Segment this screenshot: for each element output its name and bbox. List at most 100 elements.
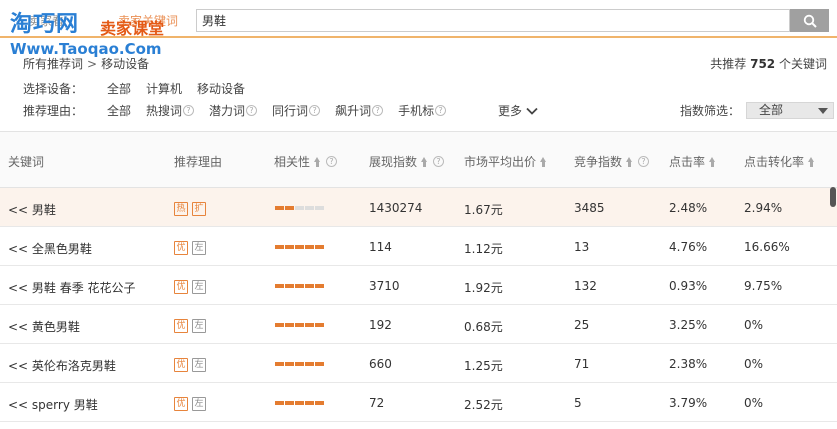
reason-option-hot[interactable]: 热搜词? [146,102,195,119]
reason-tag: 左 [192,397,206,411]
table-row[interactable]: << 英伦布洛克男鞋 优左 660 1.25元 71 2.38% 0% [0,344,837,383]
header-ctr[interactable]: 点击率 [669,153,716,170]
impressions-cell: 3710 [369,279,400,293]
help-icon[interactable]: ? [246,105,258,116]
header-competition[interactable]: 竞争指数? [574,153,650,170]
table-row[interactable]: << sperry 男鞋 优左 72 2.52元 5 3.79% 0% [0,383,837,422]
relevance-segment [295,323,304,327]
relevance-bar [275,206,324,210]
header-cvr[interactable]: 点击转化率 [744,153,815,170]
cvr-cell: 16.66% [744,240,790,254]
relevance-segment [305,245,314,249]
ctr-cell: 3.79% [669,396,708,410]
search-button[interactable] [790,9,829,32]
index-filter-label: 指数筛选： [680,104,741,118]
keyword-table: 关键词 推荐理由 相关性? 展现指数? 市场平均出价 竞争指数? 点击率 点击转… [0,131,837,422]
help-icon[interactable]: ? [326,156,338,167]
header-label: 点击率 [669,155,706,169]
sort-arrow-icon [540,156,547,167]
reason-option-peer[interactable]: 同行词? [272,102,321,119]
table-row[interactable]: << 黄色男鞋 优左 192 0.68元 25 3.25% 0% [0,305,837,344]
reason-tag: 扩 [192,202,206,216]
reason-option-label: 同行词 [272,104,309,118]
reason-option-all[interactable]: 全部 [107,102,131,119]
keyword-cell[interactable]: << sperry 男鞋 [8,396,98,413]
reason-tag: 热 [174,202,188,216]
reason-option-label: 热搜词 [146,104,183,118]
table-row[interactable]: << 全黑色男鞋 优左 114 1.12元 13 4.76% 16.66% [0,227,837,266]
relevance-segment [315,284,324,288]
relevance-segment [295,245,304,249]
relevance-segment [275,362,284,366]
reason-option-label: 潜力词 [209,104,246,118]
competition-cell: 132 [574,279,597,293]
avg-bid-cell: 0.68元 [464,320,503,334]
keyword-cell[interactable]: << 全黑色男鞋 [8,240,92,257]
reason-tag: 左 [192,241,206,255]
more-filters-button[interactable]: 更多 [498,102,538,119]
device-option-mobile[interactable]: 移动设备 [197,80,245,97]
reason-tags: 优左 [174,395,210,411]
reason-tag: 优 [174,319,188,333]
header-label: 市场平均出价 [464,155,537,169]
keyword-cell[interactable]: << 黄色男鞋 [8,318,80,335]
ctr-cell: 0.93% [669,279,708,293]
keyword-search-box [196,9,790,32]
scrollbar-thumb[interactable] [830,187,836,207]
header-reason: 推荐理由 [174,153,222,170]
reason-option-soaring[interactable]: 飙升词? [335,102,384,119]
help-icon[interactable]: ? [435,105,447,116]
header-label: 竞争指数 [574,155,623,169]
ctr-cell: 2.48% [669,201,708,215]
reason-option-mobile-tag[interactable]: 手机标? [398,102,447,119]
help-icon[interactable]: ? [638,156,650,167]
keyword-search-input[interactable] [197,10,789,31]
header-keyword: 关键词 [8,153,44,170]
header-relevance[interactable]: 相关性? [274,153,338,170]
header-impressions[interactable]: 展现指数? [369,153,445,170]
keyword-cell[interactable]: << 男鞋 [8,201,56,218]
cvr-cell: 0% [744,396,764,410]
competition-cell: 71 [574,357,590,371]
relevance-segment [315,362,324,366]
help-icon[interactable]: ? [309,105,321,116]
index-filter-select[interactable]: 全部 [746,102,835,119]
table-row[interactable]: << 男鞋 春季 花花公子 优左 3710 1.92元 132 0.93% 9.75% [0,266,837,305]
keyword-cell[interactable]: << 英伦布洛克男鞋 [8,357,116,374]
reason-tag: 优 [174,358,188,372]
relevance-segment [295,284,304,288]
header-avg-bid[interactable]: 市场平均出价 [464,153,547,170]
header-label: 展现指数 [369,155,418,169]
competition-cell: 25 [574,318,590,332]
total-suffix: 个关键词 [778,57,827,71]
relevance-segment [285,284,294,288]
device-option-all[interactable]: 全部 [107,80,131,97]
device-option-computer[interactable]: 计算机 [146,80,182,97]
avg-bid-cell: 1.92元 [464,281,503,295]
watermark-logo: 淘巧网 [10,12,80,37]
relevance-segment [285,362,294,366]
more-label: 更多 [498,104,523,118]
relevance-segment [315,401,324,405]
table-row[interactable]: << 男鞋 热扩 1430274 1.67元 3485 2.48% 2.94% [0,188,837,227]
header-label: 推荐理由 [174,155,223,169]
table-header: 关键词 推荐理由 相关性? 展现指数? 市场平均出价 竞争指数? 点击率 点击转… [0,131,837,188]
recommend-total: 共推荐 752 个关键词 [710,55,827,72]
reason-option-label: 手机标 [398,104,435,118]
ctr-cell: 2.38% [669,357,708,371]
relevance-segment [305,323,314,327]
cvr-cell: 0% [744,318,764,332]
keyword-cell[interactable]: << 男鞋 春季 花花公子 [8,279,136,296]
breadcrumb-root[interactable]: 所有推荐词 [23,57,83,71]
avg-bid-cell: 2.52元 [464,398,503,412]
reason-tags: 优左 [174,278,210,294]
help-icon[interactable]: ? [433,156,445,167]
help-icon[interactable]: ? [183,105,195,116]
sort-arrow-icon [421,156,428,167]
reason-option-potential[interactable]: 潜力词? [209,102,258,119]
header-label: 相关性 [274,155,311,169]
reason-tag: 优 [174,280,188,294]
ctr-cell: 3.25% [669,318,708,332]
help-icon[interactable]: ? [372,105,384,116]
relevance-bar [275,401,324,405]
